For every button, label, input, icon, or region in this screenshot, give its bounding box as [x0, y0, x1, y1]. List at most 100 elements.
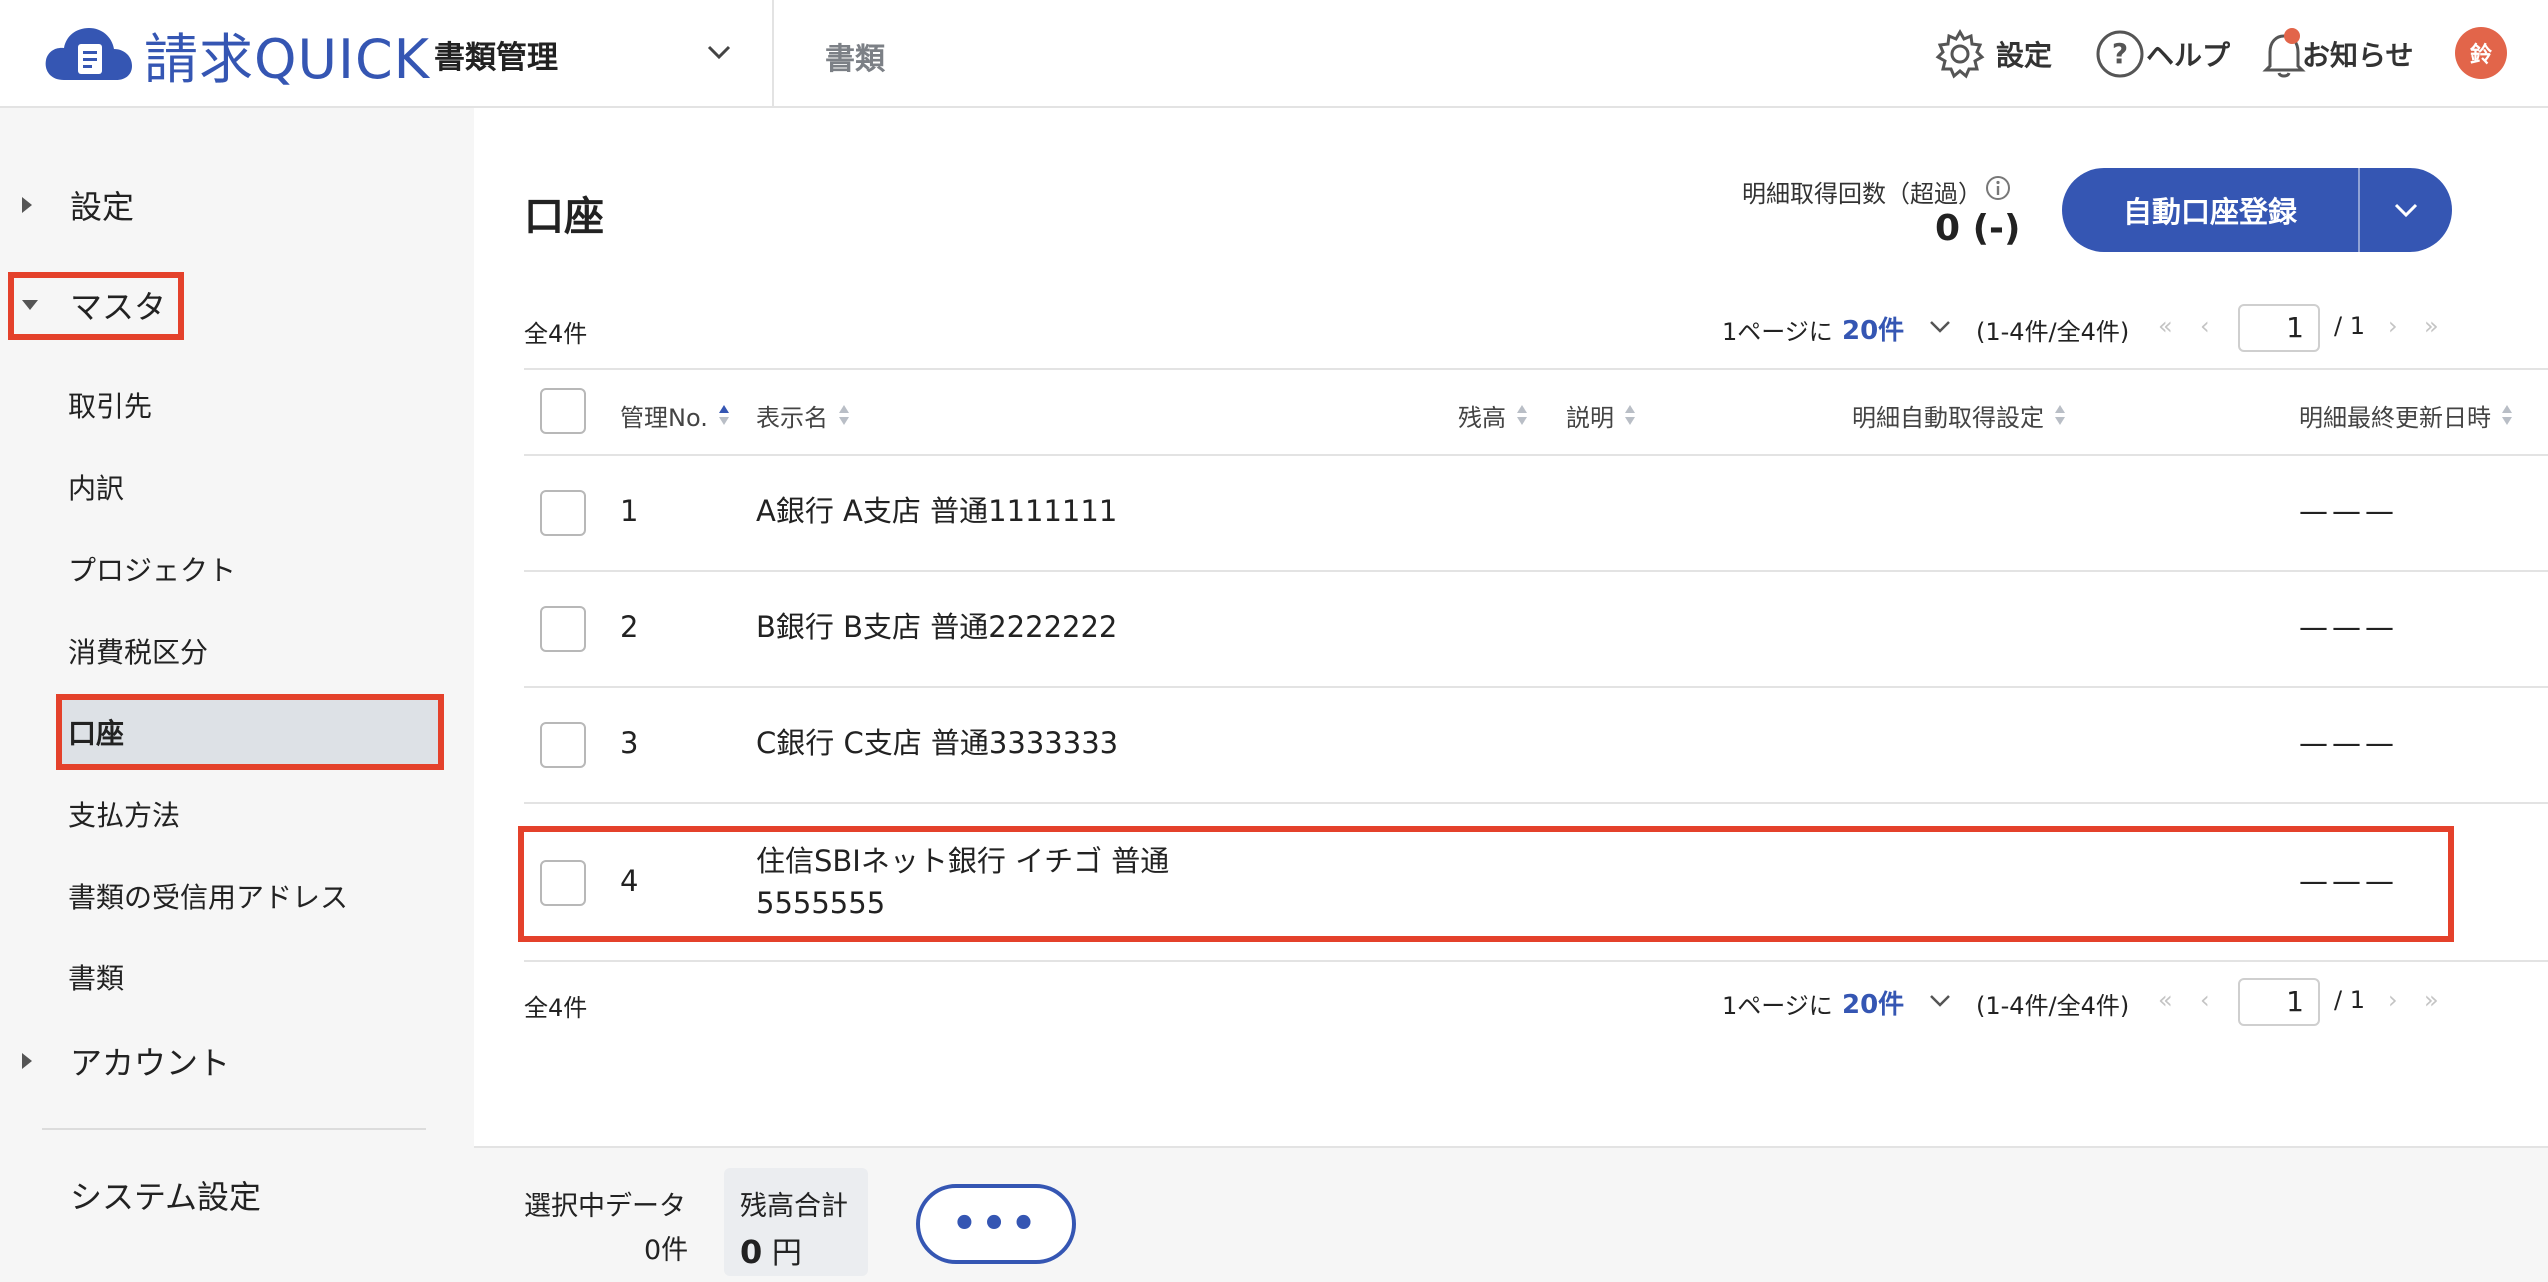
page-number-input[interactable]: 1: [2238, 978, 2320, 1026]
total-count: 全4件: [524, 320, 588, 348]
notifications-label: お知らせ: [2302, 39, 2414, 72]
cell-no: 2: [620, 610, 639, 644]
next-page-icon[interactable]: ›: [2388, 312, 2398, 340]
column-header-label: 表示名: [756, 404, 828, 432]
table-row[interactable]: 1 A銀行 A支店 普通1111111 ———: [524, 456, 2548, 572]
sidebar-divider: [42, 1128, 426, 1130]
top-header: 請求QUICK 書類管理 書類 設定 ? ヘルプ お知らせ 鈴: [0, 0, 2548, 108]
column-header-no[interactable]: 管理No.: [620, 398, 730, 433]
sidebar-item-tax-category[interactable]: 消費税区分: [0, 616, 474, 686]
sidebar-group-settings[interactable]: 設定: [0, 170, 474, 240]
sidebar-item-label: 消費税区分: [68, 636, 209, 669]
cell-no: 3: [620, 726, 639, 760]
help-link[interactable]: ? ヘルプ: [2094, 24, 2230, 84]
notifications-link[interactable]: お知らせ: [2262, 24, 2413, 84]
column-header-label: 残高: [1458, 404, 1506, 432]
highlight-box: [518, 826, 2454, 942]
sidebar-item-inbound-address[interactable]: 書類の受信用アドレス: [0, 861, 474, 931]
auto-account-register-main[interactable]: 自動口座登録: [2062, 168, 2358, 252]
chevron-down-icon[interactable]: [1926, 316, 1954, 338]
balance-total-value: 0 円: [740, 1228, 802, 1272]
table-row[interactable]: 2 B銀行 B支店 普通2222222 ———: [524, 572, 2548, 688]
cell-name: B銀行 B支店 普通2222222: [756, 610, 1118, 644]
prev-page-icon[interactable]: ‹: [2200, 312, 2210, 340]
gear-icon: [1935, 28, 1985, 79]
auto-account-register-dropdown[interactable]: [2360, 168, 2452, 252]
more-actions-button[interactable]: •••: [916, 1184, 1076, 1264]
sidebar-item-clients[interactable]: 取引先: [0, 370, 474, 440]
row-checkbox[interactable]: [540, 606, 586, 652]
selected-data-value: 0件: [644, 1235, 689, 1266]
sidebar-item-documents[interactable]: 書類: [0, 942, 474, 1012]
sort-icon: [1516, 403, 1528, 429]
pagination-top: 1ページに 20件 (1-4件/全4件) « ‹ 1 / 1 › »: [1722, 304, 2442, 352]
column-header-balance[interactable]: 残高: [1458, 398, 1528, 433]
last-page-icon[interactable]: »: [2424, 986, 2439, 1014]
row-checkbox[interactable]: [540, 722, 586, 768]
selection-footer: 選択中データ 0件 残高合計 0 円 •••: [474, 1146, 2548, 1282]
logo-text: 請求QUICK: [144, 27, 431, 91]
pagination-bottom: 1ページに 20件 (1-4件/全4件) « ‹ 1 / 1 › »: [1722, 978, 2442, 1026]
sidebar-item-label: 支払方法: [68, 799, 181, 832]
cell-updated: ———: [2299, 494, 2398, 528]
total-pages: / 1: [2334, 986, 2365, 1014]
sort-icon: [838, 403, 850, 429]
sidebar-group-label: アカウント: [70, 1044, 231, 1082]
sidebar-group-label: 設定: [70, 188, 135, 226]
column-header-label: 明細自動取得設定: [1852, 404, 2044, 432]
sidebar-item-breakdown[interactable]: 内訳: [0, 452, 474, 522]
last-page-icon[interactable]: »: [2424, 312, 2439, 340]
header-section-title: 書類: [825, 42, 885, 77]
page-range: (1-4件/全4件): [1976, 992, 2130, 1020]
settings-label: 設定: [1996, 39, 2053, 72]
sidebar-system-settings[interactable]: システム設定: [0, 1160, 474, 1230]
sidebar-item-label: プロジェクト: [68, 554, 237, 587]
select-all-checkbox[interactable]: [540, 388, 586, 434]
sort-icon: [2054, 403, 2066, 429]
help-label: ヘルプ: [2146, 39, 2231, 72]
sidebar-group-account[interactable]: アカウント: [0, 1026, 474, 1096]
selected-data-label: 選択中データ: [524, 1191, 686, 1222]
column-header-label: 説明: [1566, 404, 1614, 432]
per-page-label: 1ページに: [1722, 992, 1833, 1020]
per-page-select[interactable]: 20件: [1842, 310, 1904, 347]
page-number-input[interactable]: 1: [2238, 304, 2320, 352]
prev-page-icon[interactable]: ‹: [2200, 986, 2210, 1014]
column-header-description[interactable]: 説明: [1566, 398, 1636, 433]
cloud-logo-icon: [45, 28, 132, 80]
sidebar-system-settings-label: システム設定: [70, 1178, 262, 1216]
row-checkbox[interactable]: [540, 490, 586, 536]
sidebar-item-label: 取引先: [68, 390, 153, 423]
first-page-icon[interactable]: «: [2158, 986, 2173, 1014]
page-range: (1-4件/全4件): [1976, 318, 2130, 346]
cell-name: A銀行 A支店 普通1111111: [756, 494, 1118, 528]
column-header-label: 管理No.: [620, 404, 708, 432]
app-switcher[interactable]: 書類管理: [434, 20, 774, 88]
app-logo[interactable]: 請求QUICK: [42, 20, 430, 91]
column-header-label: 明細最終更新日時: [2299, 404, 2491, 432]
first-page-icon[interactable]: «: [2158, 312, 2173, 340]
column-header-auto-fetch[interactable]: 明細自動取得設定: [1852, 398, 2066, 433]
cell-name: C銀行 C支店 普通3333333: [756, 726, 1119, 760]
balance-total-label: 残高合計: [740, 1191, 848, 1222]
user-avatar[interactable]: 鈴: [2455, 27, 2507, 79]
info-icon[interactable]: [1984, 174, 2012, 202]
app-name: 書類管理: [434, 39, 558, 76]
balance-amount: 0: [740, 1233, 763, 1271]
settings-link[interactable]: 設定: [1934, 24, 2052, 84]
usage-count-label: 明細取得回数（超過）: [1742, 180, 1982, 208]
table-row[interactable]: 3 C銀行 C支店 普通3333333 ———: [524, 688, 2548, 804]
auto-account-register-button: 自動口座登録: [2062, 168, 2452, 252]
column-header-name[interactable]: 表示名: [756, 398, 850, 433]
svg-text:?: ?: [2112, 37, 2128, 70]
column-header-last-updated[interactable]: 明細最終更新日時: [2299, 398, 2513, 433]
sidebar-item-payment-methods[interactable]: 支払方法: [0, 779, 474, 849]
cell-updated: ———: [2299, 610, 2398, 644]
sidebar-item-label: 書類の受信用アドレス: [68, 881, 349, 914]
chevron-down-icon[interactable]: [1926, 990, 1954, 1012]
sort-icon: [2501, 403, 2513, 429]
next-page-icon[interactable]: ›: [2388, 986, 2398, 1014]
per-page-label: 1ページに: [1722, 318, 1833, 346]
per-page-select[interactable]: 20件: [1842, 984, 1904, 1021]
sidebar-item-projects[interactable]: プロジェクト: [0, 534, 474, 604]
